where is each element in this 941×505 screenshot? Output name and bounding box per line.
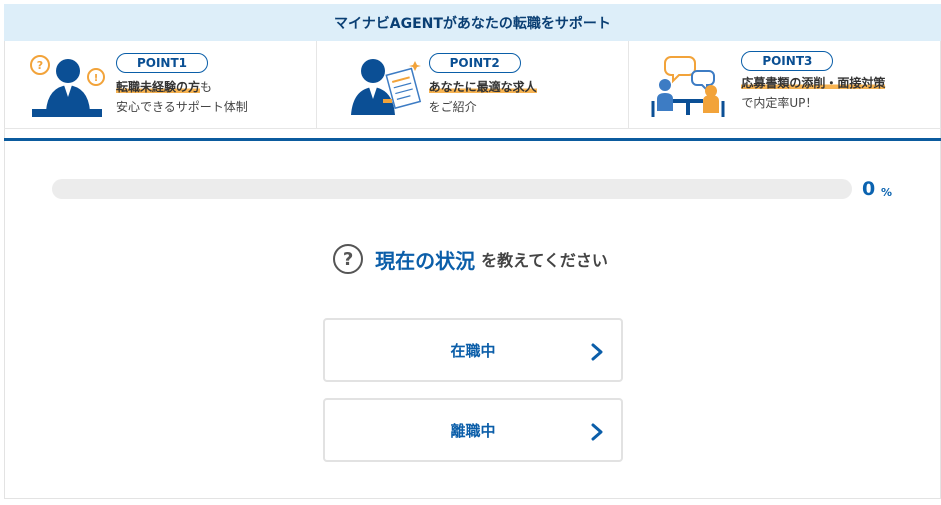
svg-text:!: ! [94, 73, 99, 84]
question-main: 現在の状況 [375, 248, 476, 273]
option-employed-label: 在職中 [450, 341, 496, 360]
svg-text:?: ? [37, 59, 43, 72]
question-sub: を教えてください [481, 251, 608, 270]
point-1-line2: 安心できるサポート体制 [116, 100, 248, 114]
point-3-text: 応募書類の添削・面接対策 で内定率UP！ [741, 73, 886, 113]
point-1-badge: POINT1 [116, 53, 208, 73]
point-3: POINT3 応募書類の添削・面接対策 で内定率UP！ [629, 41, 941, 128]
chevron-right-icon [591, 423, 603, 441]
question-heading: ? 現在の状況 を教えてください [0, 244, 941, 274]
progress-unit: % [881, 186, 893, 199]
support-banner: マイナビAGENTがあなたの転職をサポート [4, 4, 941, 41]
point-2-text: あなたに最適な求人 をご紹介 [428, 77, 537, 117]
advisor-icon: ? ! [30, 55, 105, 117]
banner-title: マイナビAGENTがあなたの転職をサポート [334, 15, 611, 32]
point-3-highlight: 応募書類の添削・面接対策 [741, 76, 886, 90]
job-documents-icon [350, 59, 421, 115]
progress-value: 0 [862, 178, 876, 200]
point-3-badge: POINT3 [741, 51, 834, 71]
progress-bar [52, 179, 852, 199]
question-circle-icon: ? [333, 244, 364, 274]
point-1-text: 転職未経験の方も 安心できるサポート体制 [116, 77, 248, 117]
point-3-line2: で内定率UP！ [741, 96, 818, 110]
option-unemployed-button[interactable]: 離職中 [323, 398, 623, 462]
point-1-suffix: も [200, 80, 213, 94]
point-2-badge: POINT2 [428, 53, 521, 73]
section-divider [4, 138, 941, 141]
points-row: ? ! POINT1 転職未経験の方も 安心できるサポート体制 POINT2 あ… [4, 41, 941, 129]
point-2-highlight: あなたに最適な求人 [428, 80, 537, 94]
point-2-line2: をご紹介 [428, 100, 477, 114]
chevron-right-icon [591, 343, 603, 361]
point-1: ? ! POINT1 転職未経験の方も 安心できるサポート体制 [4, 41, 317, 128]
point-1-highlight: 転職未経験の方 [116, 80, 201, 94]
point-2: POINT2 あなたに最適な求人 をご紹介 [317, 41, 630, 128]
interview-icon [651, 56, 725, 117]
option-unemployed-label: 離職中 [450, 421, 496, 440]
option-employed-button[interactable]: 在職中 [323, 318, 623, 382]
